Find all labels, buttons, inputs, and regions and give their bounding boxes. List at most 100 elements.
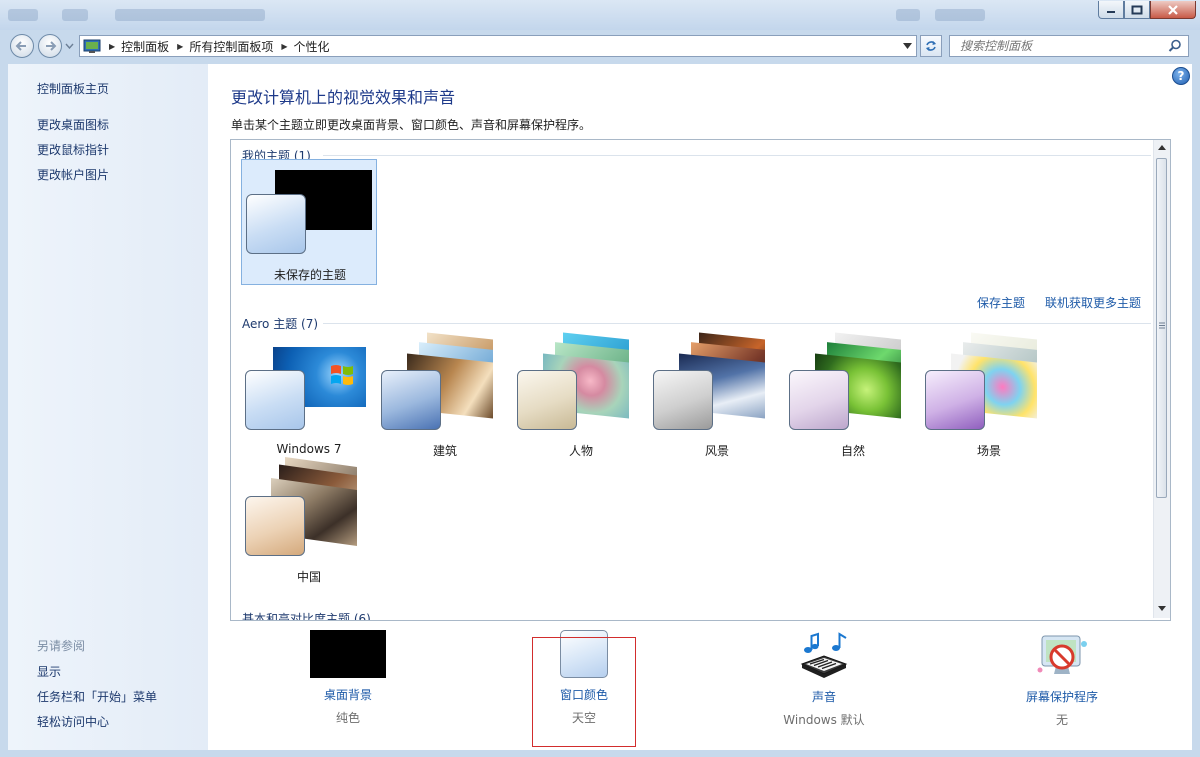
save-theme-link[interactable]: 保存主题 — [977, 294, 1025, 311]
selection-highlight — [532, 637, 636, 747]
screensaver-link[interactable]: 屏幕保护程序 — [992, 688, 1132, 705]
screensaver-value: 无 — [1055, 713, 1068, 727]
search-input[interactable] — [958, 36, 1162, 56]
breadcrumb-separator-icon[interactable]: ▶ — [281, 42, 287, 51]
title-bar-reflection — [935, 9, 985, 21]
control-panel-icon — [83, 39, 101, 53]
grip-icon — [1159, 322, 1165, 329]
theme-thumbnail — [785, 332, 921, 436]
refresh-button[interactable] — [920, 35, 942, 57]
scroll-up-icon[interactable] — [1158, 145, 1166, 150]
breadcrumb-personalization[interactable]: 个性化 — [294, 38, 330, 55]
theme-unsaved[interactable]: 未保存的主题 — [241, 159, 377, 285]
theme-thumbnail — [241, 456, 377, 562]
title-bar-reflection — [8, 9, 38, 21]
window-color-swatch — [925, 370, 985, 430]
theme-thumbnail — [241, 336, 377, 436]
window-color-swatch — [245, 370, 305, 430]
breadcrumb-control-panel[interactable]: 控制面板 — [121, 38, 169, 55]
breadcrumb-separator-icon[interactable]: ▶ — [177, 42, 183, 51]
window-color-swatch — [381, 370, 441, 430]
theme-characters[interactable]: 人物 — [513, 332, 649, 462]
change-desktop-icons-link[interactable]: 更改桌面图标 — [37, 116, 109, 133]
theme-thumbnail — [513, 332, 649, 436]
desktop-background-setting[interactable]: 桌面背景 纯色 — [278, 630, 418, 726]
desktop-background-value: 纯色 — [335, 711, 360, 725]
theme-label: 建筑 — [432, 444, 457, 458]
title-bar-reflection — [115, 9, 265, 21]
back-button[interactable] — [10, 34, 34, 58]
address-bar[interactable]: ▶ 控制面板 ▶ 所有控制面板项 ▶ 个性化 — [79, 35, 917, 57]
theme-scenes[interactable]: 场景 — [921, 332, 1057, 462]
theme-label: Windows 7 — [276, 442, 342, 456]
desktop-background-preview — [310, 630, 386, 678]
change-account-picture-link[interactable]: 更改帐户图片 — [37, 166, 109, 183]
basic-themes-header[interactable]: 基本和高对比度主题 (6) — [242, 610, 371, 620]
theme-thumbnail — [377, 332, 513, 436]
maximize-icon — [1131, 5, 1143, 14]
page-title: 更改计算机上的视觉效果和声音 — [231, 88, 456, 107]
desktop-background-link[interactable]: 桌面背景 — [278, 686, 418, 703]
window-color-swatch — [789, 370, 849, 430]
address-toolbar: ▶ 控制面板 ▶ 所有控制面板项 ▶ 个性化 — [0, 30, 1200, 64]
window-controls — [1098, 1, 1196, 19]
forward-button[interactable] — [38, 34, 62, 58]
minimize-button[interactable] — [1098, 1, 1124, 19]
windows-logo-icon — [331, 365, 353, 385]
group-divider — [323, 323, 1151, 324]
theme-gallery: 我的主题 (1) 未保存的主题 保存主题 联机获取更多主题 Aero 主题 (7… — [230, 139, 1171, 621]
scroll-down-icon[interactable] — [1158, 606, 1166, 611]
title-bar-reflection — [896, 9, 920, 21]
scrollbar-thumb[interactable] — [1156, 158, 1167, 498]
theme-label: 未保存的主题 — [273, 268, 346, 282]
window-color-swatch — [246, 194, 306, 254]
see-also-heading: 另请参阅 — [37, 639, 86, 653]
ease-of-access-link[interactable]: 轻松访问中心 — [37, 713, 109, 730]
refresh-icon — [926, 41, 936, 51]
theme-architecture[interactable]: 建筑 — [377, 332, 513, 462]
search-box — [949, 35, 1189, 57]
theme-windows7[interactable]: Windows 7 — [241, 336, 377, 462]
theme-label: 场景 — [976, 444, 1001, 458]
back-arrow-icon — [15, 41, 26, 51]
maximize-button[interactable] — [1124, 1, 1150, 19]
group-divider — [323, 155, 1151, 156]
title-bar-reflection — [62, 9, 88, 21]
breadcrumb-separator-icon[interactable]: ▶ — [109, 42, 115, 51]
main-pane: ? 更改计算机上的视觉效果和声音 单击某个主题立即更改桌面背景、窗口颜色、声音和… — [208, 64, 1192, 750]
address-dropdown-icon[interactable] — [903, 43, 912, 49]
theme-thumbnail — [242, 160, 378, 260]
screensaver-setting[interactable]: 屏幕保护程序 无 — [992, 630, 1132, 728]
theme-label: 自然 — [840, 444, 865, 458]
minimize-icon — [1107, 10, 1115, 13]
sounds-link[interactable]: 声音 — [754, 688, 894, 705]
screensaver-icon — [1037, 635, 1087, 674]
window-color-swatch — [517, 370, 577, 430]
gallery-scrollbar[interactable] — [1153, 140, 1170, 618]
close-button[interactable] — [1150, 1, 1196, 19]
theme-thumbnail — [921, 332, 1057, 436]
display-link[interactable]: 显示 — [37, 663, 61, 680]
taskbar-start-menu-link[interactable]: 任务栏和「开始」菜单 — [37, 688, 157, 705]
theme-thumbnail — [649, 332, 785, 436]
search-icon[interactable] — [1168, 39, 1182, 53]
control-panel-window: ▶ 控制面板 ▶ 所有控制面板项 ▶ 个性化 控制面板主页 更改桌面图标 更改鼠… — [0, 0, 1200, 757]
recent-pages-dropdown-icon[interactable] — [65, 43, 74, 49]
content-area: 控制面板主页 更改桌面图标 更改鼠标指针 更改帐户图片 另请参阅 显示 任务栏和… — [8, 64, 1192, 750]
title-bar[interactable] — [0, 0, 1200, 30]
sounds-value: Windows 默认 — [783, 713, 865, 727]
aero-themes-header[interactable]: Aero 主题 (7) — [242, 315, 318, 332]
breadcrumb-all-items[interactable]: 所有控制面板项 — [189, 38, 273, 55]
get-more-themes-link[interactable]: 联机获取更多主题 — [1045, 294, 1141, 311]
window-color-swatch — [653, 370, 713, 430]
theme-china[interactable]: 中国 — [241, 456, 377, 588]
sounds-setting[interactable]: 声音 Windows 默认 — [754, 630, 894, 728]
theme-label: 风景 — [704, 444, 729, 458]
change-mouse-pointers-link[interactable]: 更改鼠标指针 — [37, 141, 109, 158]
theme-label: 中国 — [296, 570, 321, 584]
control-panel-home-link[interactable]: 控制面板主页 — [37, 80, 109, 97]
window-color-swatch — [245, 496, 305, 556]
theme-nature[interactable]: 自然 — [785, 332, 921, 462]
help-button[interactable]: ? — [1172, 67, 1190, 85]
theme-landscapes[interactable]: 风景 — [649, 332, 785, 462]
